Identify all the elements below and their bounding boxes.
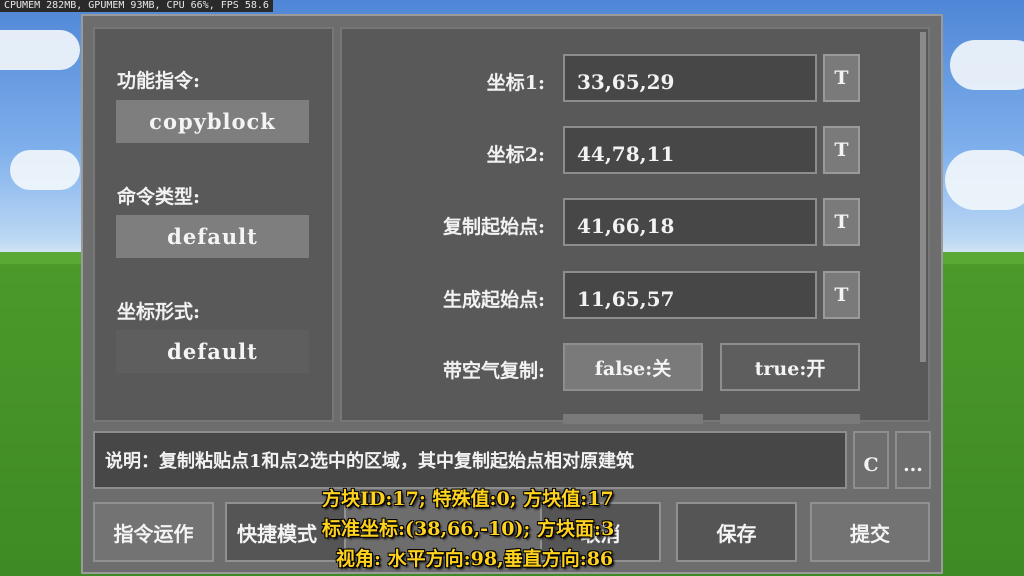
function-selector[interactable]: copyblock: [116, 100, 309, 143]
cloud: [950, 40, 1024, 90]
cloud: [945, 150, 1024, 210]
coord2-label: 坐标2:: [486, 144, 545, 166]
coord2-t-button[interactable]: T: [823, 126, 860, 174]
air-copy-label: 带空气复制:: [442, 360, 545, 382]
command-type-label: 命令类型:: [117, 186, 201, 208]
performance-hud: CPUMEM 282MB, GPUMEM 93MB, CPU 66%, FPS …: [0, 0, 273, 12]
standard-coord-line: 标准坐标:(38,66,-10); 方块面:3: [322, 518, 615, 540]
coord1-label: 坐标1:: [486, 72, 545, 94]
submit-button[interactable]: 提交: [810, 502, 930, 562]
run-command-button[interactable]: 指令运作: [93, 502, 214, 562]
coord1-t-button[interactable]: T: [823, 54, 860, 102]
panel-scrollbar[interactable]: [920, 32, 926, 362]
coord1-input[interactable]: 33,65,29: [563, 54, 817, 102]
clear-button[interactable]: C: [853, 431, 889, 489]
coord-format-selector[interactable]: default: [116, 330, 309, 373]
copy-origin-t-button[interactable]: T: [823, 198, 860, 246]
copy-origin-label: 复制起始点:: [442, 216, 545, 238]
function-label: 功能指令:: [117, 70, 201, 92]
air-copy-false-button[interactable]: false:关: [563, 343, 703, 391]
cloud: [10, 150, 80, 190]
save-button[interactable]: 保存: [676, 502, 797, 562]
block-info-line: 方块ID:17; 特殊值:0; 方块值:17: [322, 488, 614, 510]
cloud: [0, 30, 80, 70]
coord-format-label: 坐标形式:: [117, 301, 201, 323]
coord2-input[interactable]: 44,78,11: [563, 126, 817, 174]
more-button[interactable]: ...: [895, 431, 931, 489]
description-field[interactable]: 说明：复制粘贴点1和点2选中的区域，其中复制起始点相对原建筑: [93, 431, 847, 489]
view-angle-line: 视角: 水平方向:98,垂直方向:86: [336, 548, 614, 570]
command-type-selector[interactable]: default: [116, 215, 309, 258]
next-row-peek: [563, 414, 703, 424]
air-copy-true-button[interactable]: true:开: [720, 343, 860, 391]
copy-origin-input[interactable]: 41,66,18: [563, 198, 817, 246]
paste-origin-input[interactable]: 11,65,57: [563, 271, 817, 319]
paste-origin-t-button[interactable]: T: [823, 271, 860, 319]
next-row-peek: [720, 414, 860, 424]
paste-origin-label: 生成起始点:: [442, 289, 545, 311]
